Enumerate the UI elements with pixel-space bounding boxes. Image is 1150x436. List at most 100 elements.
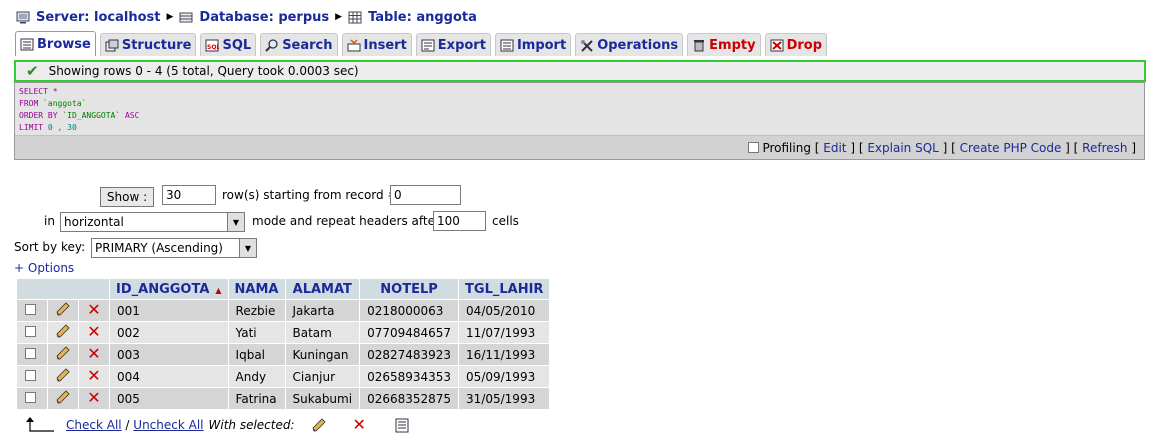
row-checkbox[interactable]	[25, 325, 36, 337]
uncheck-all-link[interactable]: Uncheck All	[133, 418, 203, 432]
explain-sql-link[interactable]: Explain SQL	[867, 141, 939, 155]
tab-label: Import	[516, 37, 567, 53]
cell-tgl-lahir: 16/11/1993	[459, 344, 550, 365]
column-header-nama[interactable]: NAMA	[228, 279, 285, 299]
rows-count-input[interactable]: 30	[162, 185, 216, 205]
results-table: ID_ANGGOTA ▲ NAMA ALAMAT NOTELP TGL_LAHIR…	[16, 278, 550, 410]
create-php-code-link[interactable]: Create PHP Code	[960, 141, 1062, 155]
pencil-icon[interactable]	[55, 390, 71, 404]
pencil-icon[interactable]	[55, 302, 71, 316]
tab-bar: Browse Structure SQL SQL Search Insert E…	[15, 31, 831, 57]
tab-label: Browse	[37, 36, 91, 52]
check-all-link[interactable]: Check All	[66, 418, 122, 432]
sort-key-select[interactable]: PRIMARY (Ascending) ▼	[91, 238, 257, 258]
pencil-icon[interactable]	[311, 418, 327, 432]
show-button[interactable]: Show :	[100, 187, 154, 207]
tab-insert[interactable]: Insert	[341, 33, 412, 56]
tab-label: Insert	[363, 37, 407, 53]
column-header-alamat[interactable]: ALAMAT	[285, 279, 360, 299]
row-checkbox[interactable]	[25, 391, 36, 403]
tab-drop[interactable]: Drop	[764, 33, 828, 56]
table-row: ✕ 003 Iqbal Kuningan 02827483923 16/11/1…	[17, 344, 550, 365]
column-header-id-anggota[interactable]: ID_ANGGOTA ▲	[110, 279, 228, 299]
tab-browse[interactable]: Browse	[15, 31, 96, 56]
bulk-action-bar: Check All / Uncheck All With selected: ✕	[22, 416, 410, 434]
edit-cell	[48, 366, 78, 387]
delete-icon[interactable]: ✕	[87, 344, 100, 363]
notice-text: Showing rows 0 - 4 (5 total, Query took …	[48, 64, 359, 78]
cell-nama: Rezbie	[228, 300, 285, 321]
delete-icon[interactable]: ✕	[353, 417, 366, 433]
display-mode-value: horizontal	[64, 215, 124, 229]
tab-export[interactable]: Export	[415, 33, 491, 56]
edit-link[interactable]: Edit	[823, 141, 846, 155]
in-label: in	[44, 214, 55, 228]
row-checkbox-cell	[17, 322, 47, 343]
delete-icon[interactable]: ✕	[87, 322, 100, 341]
cell-notelp: 0218000063	[360, 300, 459, 321]
pencil-icon[interactable]	[55, 324, 71, 338]
table-header-row: ID_ANGGOTA ▲ NAMA ALAMAT NOTELP TGL_LAHIR	[17, 279, 550, 299]
tab-label: Search	[282, 37, 333, 53]
server-icon	[16, 11, 30, 23]
tab-search[interactable]: Search	[260, 33, 338, 56]
row-checkbox[interactable]	[25, 303, 36, 315]
separator: /	[121, 418, 134, 432]
browse-icon	[20, 38, 34, 50]
tab-operations[interactable]: Operations	[575, 33, 684, 56]
tab-empty[interactable]: Empty	[687, 33, 761, 56]
column-header-notelp[interactable]: NOTELP	[360, 279, 459, 299]
operations-icon	[581, 39, 593, 52]
search-icon	[265, 38, 278, 52]
empty-icon	[694, 39, 705, 51]
start-record-input[interactable]: 0	[390, 185, 461, 205]
breadcrumb-database[interactable]: Database: perpus	[199, 10, 329, 25]
cell-alamat: Batam	[285, 322, 360, 343]
tab-structure[interactable]: Structure	[99, 33, 197, 56]
success-notice: ✔ Showing rows 0 - 4 (5 total, Query too…	[14, 60, 1146, 82]
tab-sql[interactable]: SQL SQL	[200, 33, 257, 56]
import-icon	[500, 39, 514, 51]
delete-icon[interactable]: ✕	[87, 300, 100, 319]
edit-cell	[48, 322, 78, 343]
delete-icon[interactable]: ✕	[87, 366, 100, 385]
row-checkbox-cell	[17, 344, 47, 365]
pencil-icon[interactable]	[55, 368, 71, 382]
repeat-headers-input[interactable]: 100	[433, 211, 486, 231]
edit-cell	[48, 388, 78, 409]
cell-nama: Andy	[228, 366, 285, 387]
delete-cell: ✕	[79, 344, 109, 365]
cell-notelp: 02658934353	[360, 366, 459, 387]
cell-id-anggota: 005	[110, 388, 228, 409]
tab-label: Drop	[786, 37, 823, 53]
cell-alamat: Kuningan	[285, 344, 360, 365]
refresh-link[interactable]: Refresh	[1082, 141, 1127, 155]
cell-notelp: 02668352875	[360, 388, 459, 409]
chevron-right-icon: ▶	[335, 12, 343, 22]
row-checkbox-cell	[17, 366, 47, 387]
database-icon	[179, 12, 193, 22]
column-header-label: ID_ANGGOTA	[116, 281, 210, 297]
sort-ascending-icon: ▲	[215, 285, 222, 295]
row-checkbox[interactable]	[25, 347, 36, 359]
sql-identifier: `ID_ANGGOTA`	[57, 111, 121, 120]
sql-footer: Profiling [ Edit ] [ Explain SQL ] [ Cre…	[15, 135, 1144, 159]
pencil-icon[interactable]	[55, 346, 71, 360]
row-checkbox[interactable]	[25, 369, 36, 381]
export-icon[interactable]	[394, 418, 410, 433]
profiling-checkbox[interactable]	[748, 142, 760, 153]
cell-notelp: 07709484657	[360, 322, 459, 343]
arrow-up-left-icon	[26, 417, 54, 432]
delete-icon[interactable]: ✕	[87, 388, 100, 407]
edit-cell	[48, 344, 78, 365]
cell-notelp: 02827483923	[360, 344, 459, 365]
display-mode-select[interactable]: horizontal ▼	[60, 212, 245, 232]
cell-tgl-lahir: 31/05/1993	[459, 388, 550, 409]
options-toggle[interactable]: + Options	[14, 261, 74, 275]
tab-import[interactable]: Import	[494, 33, 572, 56]
cell-id-anggota: 003	[110, 344, 228, 365]
breadcrumb-server[interactable]: Server: localhost	[36, 10, 160, 25]
breadcrumb-table[interactable]: Table: anggota	[368, 10, 477, 25]
cell-id-anggota: 004	[110, 366, 228, 387]
column-header-tgl-lahir[interactable]: TGL_LAHIR	[459, 279, 550, 299]
